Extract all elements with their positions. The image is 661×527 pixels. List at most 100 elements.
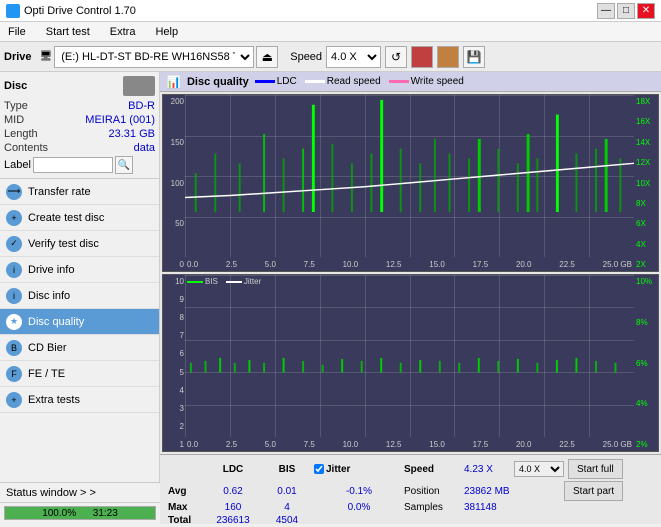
stats-avg-row: Avg 0.62 0.01 -0.1% Position 23862 MB St… <box>164 481 657 501</box>
chart-icon: 📊 <box>166 75 181 89</box>
legend-write-color <box>389 80 409 83</box>
total-ldc: 236613 <box>206 514 260 527</box>
nav-drive-info-label: Drive info <box>28 264 74 276</box>
avg-bis: 0.01 <box>260 485 314 498</box>
nav-verify-test-disc[interactable]: ✓ Verify test disc <box>0 231 159 257</box>
bottom-chart-y-right: 10%8%6%4%2% <box>634 275 658 451</box>
jitter-checkbox[interactable] <box>314 464 324 474</box>
progress-text: 100.0% 31:23 <box>5 507 155 521</box>
legend-read-color <box>305 80 325 83</box>
max-ldc: 160 <box>206 501 260 514</box>
nav-list: ⟶ Transfer rate + Create test disc ✓ Ver… <box>0 179 159 413</box>
nav-disc-quality[interactable]: ★ Disc quality <box>0 309 159 335</box>
avg-ldc: 0.62 <box>206 485 260 498</box>
label-input[interactable] <box>33 157 113 173</box>
type-value: BD-R <box>128 100 155 112</box>
main-layout: Disc Type BD-R MID MEIRA1 (001) Length 2… <box>0 72 661 524</box>
length-label: Length <box>4 128 38 140</box>
stats-ldc-header: LDC <box>206 464 260 475</box>
nav-verify-test-disc-label: Verify test disc <box>28 238 99 250</box>
top-chart: 200150100500 <box>162 94 659 272</box>
top-chart-svg <box>185 95 634 212</box>
nav-disc-quality-label: Disc quality <box>28 316 84 328</box>
settings-button2[interactable] <box>437 46 459 68</box>
minimize-button[interactable]: — <box>597 3 615 19</box>
total-bis: 4504 <box>260 514 314 527</box>
fe-te-icon: F <box>6 366 22 382</box>
bottom-x-axis: 0.02.55.07.510.0 12.515.017.520.022.525.… <box>185 437 634 451</box>
bottom-chart-y-left: 109876 54321 <box>163 275 185 451</box>
position-value: 23862 MB <box>464 486 564 497</box>
menu-start-test[interactable]: Start test <box>42 24 94 40</box>
window-title: Opti Drive Control 1.70 <box>24 5 136 17</box>
start-part-button[interactable]: Start part <box>564 481 623 501</box>
disc-info-icon: i <box>6 288 22 304</box>
refresh-button[interactable]: ↺ <box>385 46 407 68</box>
top-chart-y-left: 200150100500 <box>163 95 185 271</box>
nav-fe-te[interactable]: F FE / TE <box>0 361 159 387</box>
max-label: Max <box>168 502 206 513</box>
settings-button1[interactable] <box>411 46 433 68</box>
menu-bar: File Start test Extra Help <box>0 22 661 42</box>
menu-help[interactable]: Help <box>151 24 182 40</box>
title-controls[interactable]: — □ ✕ <box>597 3 655 19</box>
samples-value: 381148 <box>464 502 564 513</box>
nav-transfer-rate[interactable]: ⟶ Transfer rate <box>0 179 159 205</box>
nav-drive-info[interactable]: i Drive info <box>0 257 159 283</box>
legend-write-speed: Write speed <box>389 76 464 87</box>
charts-container: 200150100500 <box>160 92 661 454</box>
app-icon <box>6 4 20 18</box>
nav-extra-tests[interactable]: + Extra tests <box>0 387 159 413</box>
bottom-chart: 109876 54321 BIS Jitter <box>162 274 659 452</box>
right-panel: 📊 Disc quality LDC Read speed Write spee… <box>160 72 661 524</box>
close-button[interactable]: ✕ <box>637 3 655 19</box>
nav-fe-te-label: FE / TE <box>28 368 65 380</box>
speed-dropdown[interactable]: 4.0 X <box>514 461 564 477</box>
total-label: Total <box>168 515 206 526</box>
legend-read-speed: Read speed <box>305 76 381 87</box>
bottom-chart-inner: 0.02.55.07.510.0 12.515.017.520.022.525.… <box>185 275 634 451</box>
verify-test-disc-icon: ✓ <box>6 236 22 252</box>
nav-disc-info[interactable]: i Disc info <box>0 283 159 309</box>
speed-header: Speed <box>404 464 464 475</box>
label-search-button[interactable]: 🔍 <box>115 156 133 174</box>
start-full-button[interactable]: Start full <box>568 459 623 479</box>
speed-label: Speed <box>290 51 322 63</box>
disc-icon <box>123 76 155 96</box>
disc-title: Disc <box>4 80 27 92</box>
save-button[interactable]: 💾 <box>463 46 485 68</box>
position-label: Position <box>404 486 464 497</box>
drive-label: Drive <box>4 51 32 63</box>
avg-jitter: -0.1% <box>314 485 404 498</box>
top-x-axis: 0.02.55.07.510.0 12.515.017.520.022.525.… <box>185 257 634 271</box>
cd-bier-icon: B <box>6 340 22 356</box>
stats-bis-header: BIS <box>260 464 314 475</box>
top-chart-y-right: 18X16X14X12X10X 8X6X4X2X <box>634 95 658 271</box>
maximize-button[interactable]: □ <box>617 3 635 19</box>
type-label: Type <box>4 100 28 112</box>
mid-value: MEIRA1 (001) <box>85 114 155 126</box>
speed-select[interactable]: 4.0 X <box>326 46 381 68</box>
samples-label: Samples <box>404 502 464 513</box>
disc-section: Disc Type BD-R MID MEIRA1 (001) Length 2… <box>0 72 159 179</box>
mid-field: MID MEIRA1 (001) <box>4 114 155 126</box>
top-chart-inner: 0.02.55.07.510.0 12.515.017.520.022.525.… <box>185 95 634 271</box>
mid-label: MID <box>4 114 24 126</box>
avg-label: Avg <box>168 486 206 497</box>
bottom-chart-svg <box>185 275 634 373</box>
eject-button[interactable]: ⏏ <box>256 46 278 68</box>
extra-tests-icon: + <box>6 392 22 408</box>
nav-create-test-disc[interactable]: + Create test disc <box>0 205 159 231</box>
create-test-disc-icon: + <box>6 210 22 226</box>
nav-transfer-rate-label: Transfer rate <box>28 186 91 198</box>
jitter-checkbox-container: Jitter <box>314 464 404 475</box>
drive-select[interactable]: (E:) HL-DT-ST BD-RE WH16NS58 TST4 <box>54 46 254 68</box>
status-window-button[interactable]: Status window > > <box>0 483 160 503</box>
contents-field: Contents data <box>4 142 155 154</box>
chart-title: Disc quality <box>187 76 249 88</box>
contents-label: Contents <box>4 142 48 154</box>
menu-extra[interactable]: Extra <box>106 24 140 40</box>
nav-cd-bier[interactable]: B CD Bier <box>0 335 159 361</box>
disc-quality-icon: ★ <box>6 314 22 330</box>
menu-file[interactable]: File <box>4 24 30 40</box>
